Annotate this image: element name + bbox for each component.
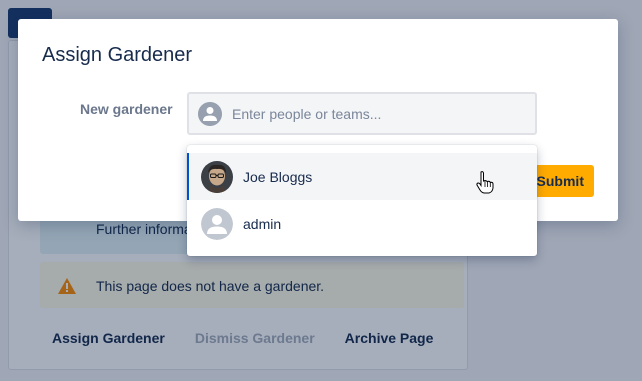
- user-suggestions-dropdown: Joe Bloggs admin: [187, 145, 537, 256]
- user-avatar-icon: [198, 101, 222, 126]
- people-search-input[interactable]: [232, 105, 522, 122]
- submit-button[interactable]: Submit: [528, 165, 594, 197]
- dialog-title: Assign Gardener: [42, 44, 193, 66]
- joe-bloggs-avatar: [201, 160, 233, 193]
- suggestion-label: admin: [243, 215, 282, 232]
- new-gardener-label: New gardener: [80, 101, 173, 117]
- suggestion-option-admin[interactable]: admin: [187, 200, 537, 247]
- hand-cursor-icon: [476, 171, 494, 194]
- suggestion-label: Joe Bloggs: [243, 168, 313, 185]
- user-picker[interactable]: [187, 92, 537, 135]
- default-user-icon: [201, 207, 233, 240]
